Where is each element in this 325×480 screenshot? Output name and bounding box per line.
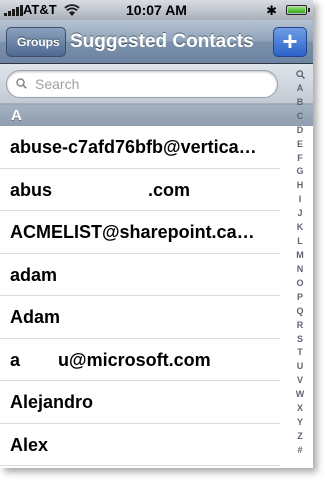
search-bar <box>0 64 313 104</box>
contact-row[interactable]: abus .com <box>0 169 280 211</box>
index-letter[interactable]: T <box>297 347 303 357</box>
contact-row[interactable]: abuse-c7afd76bfb@vertica… <box>0 126 280 169</box>
index-letter[interactable]: U <box>297 361 304 371</box>
contact-row[interactable]: a u@microsoft.com <box>0 339 280 381</box>
index-letter[interactable]: Z <box>297 431 303 441</box>
index-letter[interactable]: E <box>297 139 303 149</box>
bluetooth-icon: ✱ <box>266 3 277 18</box>
index-search-icon[interactable] <box>295 70 305 79</box>
alphabet-index[interactable]: A B C D E F G H I J K L M N O P Q R S T U V W X Y Z # <box>287 70 313 455</box>
index-letter[interactable]: I <box>299 194 302 204</box>
page-title: Suggested Contacts <box>70 31 254 52</box>
index-letter[interactable]: K <box>297 222 304 232</box>
contact-name: Adam <box>10 307 61 327</box>
navigation-bar: Groups Suggested Contacts + <box>0 20 313 64</box>
index-letter[interactable]: S <box>297 334 303 344</box>
index-letter[interactable]: X <box>297 403 303 413</box>
contact-row[interactable]: adam <box>0 254 280 296</box>
contact-name: adam <box>10 264 58 285</box>
contact-name: Alex <box>10 434 49 455</box>
contact-row[interactable]: Alejandro <box>0 381 280 424</box>
search-field[interactable] <box>6 70 278 98</box>
index-letter[interactable]: F <box>297 153 303 163</box>
contact-name: ACMELIST@sharepoint.ca… <box>10 222 255 242</box>
index-letter[interactable]: N <box>297 264 304 274</box>
contact-name: abuse-c7afd76bfb@vertica… <box>10 137 257 157</box>
index-letter[interactable]: W <box>296 389 305 399</box>
contact-row[interactable]: Alex <box>0 424 280 466</box>
index-letter[interactable]: Y <box>297 417 303 427</box>
index-letter[interactable]: C <box>297 111 304 121</box>
section-header-a: A <box>0 104 313 126</box>
groups-back-button[interactable]: Groups <box>6 27 66 57</box>
index-letter[interactable]: M <box>296 250 304 260</box>
index-letter[interactable]: P <box>297 292 303 302</box>
status-bar: AT&T 10:07 AM ✱ <box>0 0 313 20</box>
index-letter[interactable]: O <box>296 278 303 288</box>
contact-row[interactable]: ACMELIST@sharepoint.ca… <box>0 211 280 254</box>
add-contact-button[interactable]: + <box>273 27 307 57</box>
index-letter[interactable]: J <box>297 208 302 218</box>
index-letter[interactable]: G <box>296 166 303 176</box>
search-icon <box>16 78 27 89</box>
index-letter[interactable]: # <box>297 445 302 455</box>
index-letter[interactable]: H <box>297 180 304 190</box>
contacts-list: abuse-c7afd76bfb@vertica… abus .com ACMEL… <box>0 126 313 466</box>
index-letter[interactable]: Q <box>296 306 303 316</box>
contact-name-suffix: .com <box>148 179 191 200</box>
contact-name: Alejandro <box>10 392 94 412</box>
index-letter[interactable]: R <box>297 320 304 330</box>
index-letter[interactable]: D <box>297 125 304 135</box>
contact-name-suffix: u@microsoft.com <box>58 349 211 370</box>
contact-row[interactable]: Adam <box>0 296 280 339</box>
index-letter[interactable]: V <box>297 375 303 385</box>
index-letter[interactable]: L <box>297 236 303 246</box>
battery-icon <box>286 5 310 15</box>
index-letter[interactable]: A <box>297 83 304 93</box>
search-input[interactable] <box>35 75 265 93</box>
back-button-label: Groups <box>17 35 60 49</box>
phone-screen: AT&T 10:07 AM ✱ Groups Suggested Contact… <box>0 0 313 468</box>
contact-name: abus <box>10 179 53 200</box>
contact-name: a <box>10 349 21 370</box>
index-letter[interactable]: B <box>297 97 304 107</box>
